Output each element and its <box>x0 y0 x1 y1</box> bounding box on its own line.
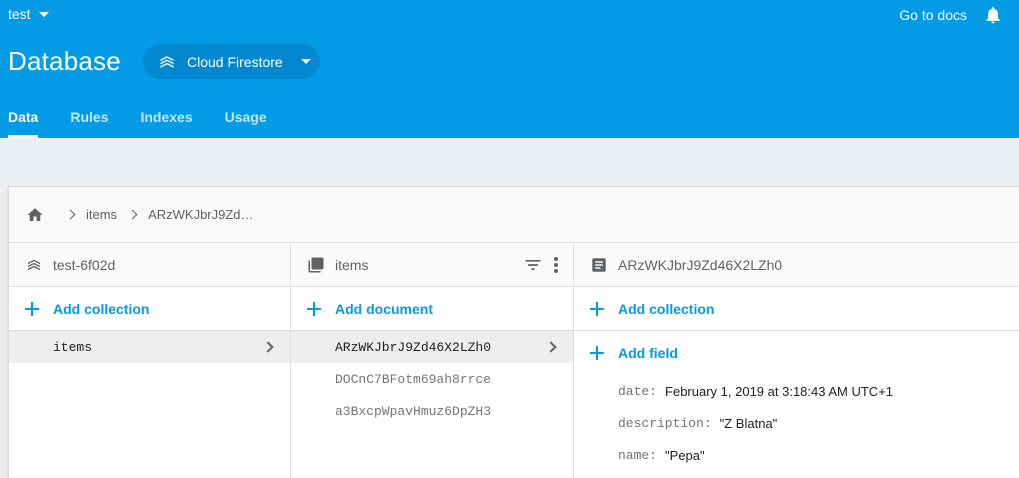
plus-icon <box>590 301 604 316</box>
field-key: description <box>618 415 704 431</box>
chevron-down-icon <box>38 11 49 17</box>
field-row[interactable]: date: February 1, 2019 at 3:18:43 AM UTC… <box>574 375 1019 407</box>
field-key: date <box>618 383 650 399</box>
home-icon[interactable] <box>25 206 45 224</box>
collection-tools <box>523 255 573 275</box>
bell-icon[interactable] <box>983 4 1003 26</box>
field-value: "Z Blatna" <box>719 415 778 431</box>
collection-title: items <box>335 256 369 273</box>
document-item-label: DOCnC7BFotm69ah8rrce <box>335 371 492 387</box>
field-key: name <box>618 447 650 463</box>
data-viewer-card: items ARzWKJbrJ9Zd… test-6f02d Add colle… <box>8 186 1019 478</box>
collection-column: items Add document ARzWKJbrJ9Zd46X2LZh0 … <box>291 243 574 478</box>
document-column-header: ARzWKJbrJ9Zd46X2LZh0 <box>574 243 1019 287</box>
columns: test-6f02d Add collection items items Ad… <box>9 243 1019 478</box>
database-selector[interactable]: Cloud Firestore <box>143 44 320 79</box>
document-title: ARzWKJbrJ9Zd46X2LZh0 <box>618 256 783 273</box>
chevron-right-icon <box>127 209 138 220</box>
plus-icon <box>25 301 39 316</box>
add-collection-button[interactable]: Add collection <box>9 287 290 331</box>
more-vert-icon[interactable] <box>553 256 559 274</box>
add-field-label: Add field <box>618 345 678 361</box>
add-subcollection-button[interactable]: Add collection <box>574 287 1019 331</box>
app-header: test Go to docs Database Cloud Firestore… <box>0 0 1019 138</box>
tab-usage[interactable]: Usage <box>225 100 267 138</box>
tab-indexes[interactable]: Indexes <box>140 100 192 138</box>
chevron-right-icon <box>545 341 557 353</box>
project-selector[interactable]: test <box>8 6 49 22</box>
chevron-down-icon <box>300 59 311 64</box>
root-column-header: test-6f02d <box>9 243 290 287</box>
firestore-icon <box>160 55 174 68</box>
collection-item-label: items <box>53 339 93 355</box>
field-row[interactable]: description: "Z Blatna" <box>574 407 1019 439</box>
tab-data[interactable]: Data <box>8 100 39 138</box>
add-subcollection-label: Add collection <box>618 300 715 317</box>
breadcrumb: items ARzWKJbrJ9Zd… <box>9 187 1019 243</box>
tab-rules[interactable]: Rules <box>70 100 108 138</box>
project-name: test <box>8 6 31 22</box>
add-document-label: Add document <box>335 300 433 317</box>
collection-column-header: items <box>291 243 573 287</box>
page-title: Database <box>8 46 121 76</box>
database-selector-label: Cloud Firestore <box>187 53 283 70</box>
firestore-icon <box>28 259 40 270</box>
document-item[interactable]: a3BxcpWpavHmuz6DpZH3 <box>291 395 573 427</box>
go-to-docs-link[interactable]: Go to docs <box>899 7 967 23</box>
tab-bar: Data Rules Indexes Usage <box>0 100 291 138</box>
plus-icon <box>590 346 604 360</box>
add-field-button[interactable]: Add field <box>574 331 1019 375</box>
field-row[interactable]: name: "Pepa" <box>574 439 1019 471</box>
document-item[interactable]: DOCnC7BFotm69ah8rrce <box>291 363 573 395</box>
field-value: "Pepa" <box>665 447 705 463</box>
chevron-right-icon <box>262 341 274 353</box>
document-column: ARzWKJbrJ9Zd46X2LZh0 Add collection Add … <box>574 243 1019 478</box>
chevron-right-icon <box>65 209 76 220</box>
add-collection-label: Add collection <box>53 300 150 317</box>
collection-icon <box>308 257 324 272</box>
plus-icon <box>307 301 321 316</box>
document-item-label: a3BxcpWpavHmuz6DpZH3 <box>335 403 492 419</box>
document-item-label: ARzWKJbrJ9Zd46X2LZh0 <box>335 339 492 355</box>
field-value: February 1, 2019 at 3:18:43 AM UTC+1 <box>665 383 894 399</box>
root-column: test-6f02d Add collection items <box>9 243 291 478</box>
breadcrumb-collection[interactable]: items <box>86 207 117 222</box>
project-id: test-6f02d <box>53 256 116 273</box>
filter-icon[interactable] <box>523 255 543 275</box>
document-icon <box>592 257 606 272</box>
add-document-button[interactable]: Add document <box>291 287 573 331</box>
collection-item[interactable]: items <box>9 331 290 363</box>
breadcrumb-document[interactable]: ARzWKJbrJ9Zd… <box>148 207 253 222</box>
document-item[interactable]: ARzWKJbrJ9Zd46X2LZh0 <box>291 331 573 363</box>
